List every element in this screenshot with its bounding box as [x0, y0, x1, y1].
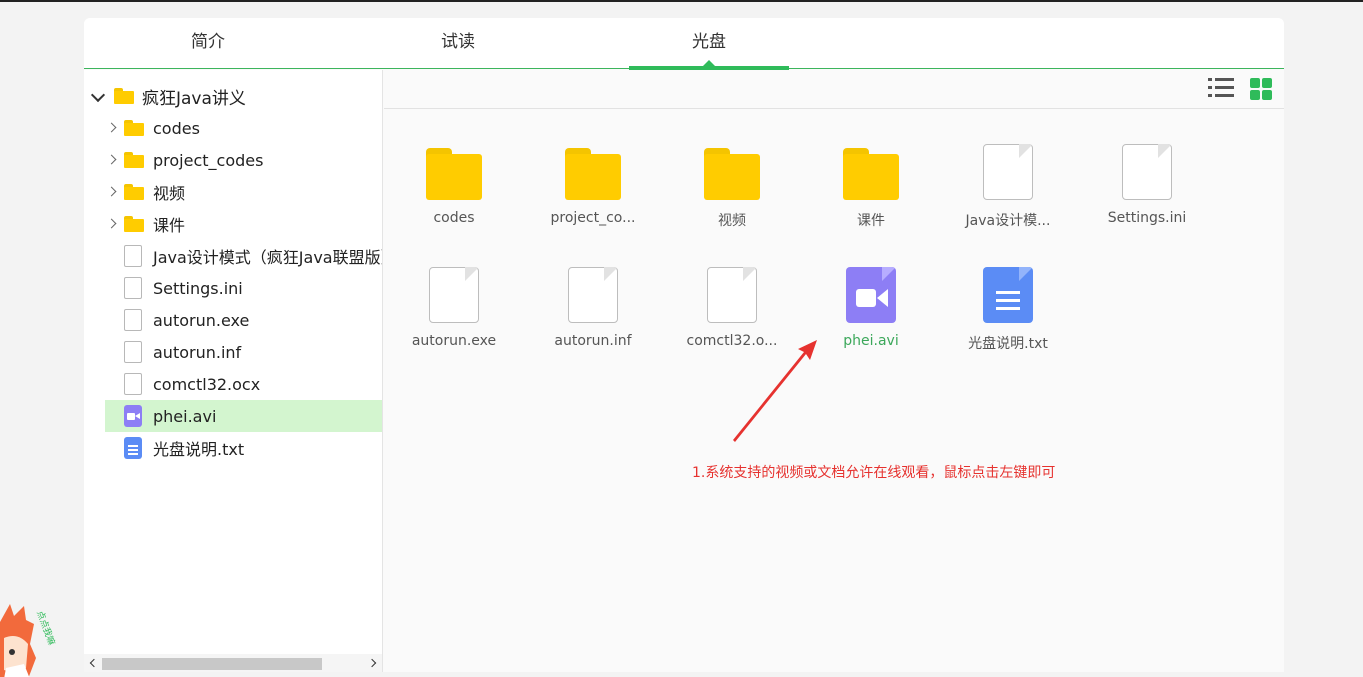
grid-item-disc-readme[interactable]: 光盘说明.txt — [948, 267, 1068, 353]
document-file-icon — [124, 437, 142, 459]
grid-item-label: Settings.ini — [1107, 210, 1187, 226]
tree-item-video[interactable]: 视频 — [106, 176, 185, 208]
file-icon — [707, 267, 757, 323]
tab-bar: 简介 试读 光盘 — [84, 18, 1284, 70]
tree-item-label: codes — [153, 118, 200, 138]
grid-item-label: autorun.exe — [411, 333, 497, 349]
file-icon — [124, 373, 142, 395]
folder-icon — [114, 88, 134, 104]
annotation-text: 1.系统支持的视频或文档允许在线观看，鼠标点击左键即可 — [692, 465, 1056, 481]
tree-item-label: 课件 — [153, 216, 186, 235]
tree-item-label: project_codes — [153, 150, 264, 170]
file-tree: 疯狂Java讲义 codes project_codes 视频 课件 Java设… — [84, 70, 383, 672]
tree-item-comctl32-ocx[interactable]: comctl32.ocx — [124, 368, 260, 400]
tab-preview[interactable]: 试读 — [378, 18, 538, 69]
folder-icon — [124, 216, 144, 232]
folder-icon — [843, 144, 899, 200]
grid-item-label: 课件 — [857, 213, 885, 229]
tree-item-label: 光盘说明.txt — [153, 440, 245, 459]
file-icon — [124, 341, 142, 363]
video-file-icon — [846, 267, 896, 323]
folder-icon — [124, 120, 144, 136]
grid-item-label: project_co... — [550, 210, 636, 226]
grid-item-courseware[interactable]: 课件 — [811, 144, 931, 230]
tree-item-autorun-inf[interactable]: autorun.inf — [124, 336, 241, 368]
tree-item-label: autorun.exe — [153, 310, 250, 330]
tree-item-label: comctl32.ocx — [153, 374, 261, 394]
file-icon — [983, 144, 1033, 200]
file-icon — [124, 309, 142, 331]
folder-icon — [565, 144, 621, 200]
tab-disc[interactable]: 光盘 — [629, 18, 789, 70]
file-icon — [124, 245, 142, 267]
tree-root[interactable]: 疯狂Java讲义 — [90, 80, 246, 112]
scroll-left-arrow-icon[interactable] — [89, 658, 99, 668]
file-icon — [568, 267, 618, 323]
mascot-helper[interactable]: 点点我嘛 — [0, 598, 60, 677]
file-grid-area: codes project_co... 视频 课件 Java设计模... Set… — [384, 70, 1284, 672]
tree-item-courseware[interactable]: 课件 — [106, 208, 185, 240]
annotation-arrow — [733, 340, 817, 442]
grid-item-label: codes — [433, 210, 475, 226]
chevron-right-icon[interactable] — [106, 121, 120, 135]
grid-view-icon[interactable] — [1250, 78, 1272, 100]
grid-item-codes[interactable]: codes — [394, 144, 514, 226]
file-icon — [1122, 144, 1172, 200]
chevron-right-icon[interactable] — [106, 153, 120, 167]
tree-item-settings-ini[interactable]: Settings.ini — [124, 272, 243, 304]
tree-item-project-codes[interactable]: project_codes — [106, 144, 263, 176]
grid-item-autorun-inf[interactable]: autorun.inf — [533, 267, 653, 349]
folder-icon — [124, 184, 144, 200]
tab-intro[interactable]: 简介 — [128, 18, 288, 69]
view-toolbar — [384, 70, 1284, 109]
grid-item-label: autorun.inf — [554, 333, 632, 349]
folder-icon — [704, 144, 760, 200]
grid-item-label: 视频 — [718, 213, 746, 229]
tree-item-disc-readme[interactable]: 光盘说明.txt — [124, 432, 244, 464]
mascot-label: 点点我嘛 — [34, 609, 58, 647]
scrollbar-thumb[interactable] — [102, 658, 322, 670]
tree-item-codes[interactable]: codes — [106, 112, 200, 144]
tree-item-label: autorun.inf — [153, 342, 242, 362]
folder-icon — [426, 144, 482, 200]
grid-item-project-codes[interactable]: project_co... — [533, 144, 653, 226]
tree-item-label: phei.avi — [153, 406, 217, 426]
video-file-icon — [124, 405, 142, 427]
scroll-right-arrow-icon[interactable] — [367, 658, 377, 668]
chevron-right-icon[interactable] — [106, 185, 120, 199]
document-file-icon — [983, 267, 1033, 323]
file-icon — [429, 267, 479, 323]
chevron-right-icon[interactable] — [106, 217, 120, 231]
tree-item-label: 视频 — [153, 184, 186, 203]
tree-item-java-design-patterns[interactable]: Java设计模式（疯狂Java联盟版） — [124, 240, 383, 272]
tree-item-phei-avi[interactable]: phei.avi — [105, 400, 382, 432]
tree-item-autorun-exe[interactable]: autorun.exe — [124, 304, 249, 336]
grid-item-autorun-exe[interactable]: autorun.exe — [394, 267, 514, 349]
grid-item-label: Java设计模... — [965, 213, 1051, 229]
file-icon — [124, 277, 142, 299]
grid-item-java-design-patterns[interactable]: Java设计模... — [948, 144, 1068, 230]
grid-item-settings-ini[interactable]: Settings.ini — [1087, 144, 1207, 226]
tree-item-label: Settings.ini — [153, 278, 243, 298]
horizontal-scrollbar[interactable] — [84, 654, 382, 672]
tree-root-label: 疯狂Java讲义 — [142, 88, 246, 109]
chevron-down-icon[interactable] — [90, 89, 104, 103]
grid-item-video[interactable]: 视频 — [672, 144, 792, 230]
list-view-icon[interactable] — [1208, 77, 1234, 99]
tree-item-label: Java设计模式（疯狂Java联盟版） — [153, 248, 383, 267]
grid-item-label: 光盘说明.txt — [968, 336, 1048, 352]
disc-browser-panel: 简介 试读 光盘 疯狂Java讲义 codes project_codes 视频 — [84, 18, 1284, 672]
folder-icon — [124, 152, 144, 168]
